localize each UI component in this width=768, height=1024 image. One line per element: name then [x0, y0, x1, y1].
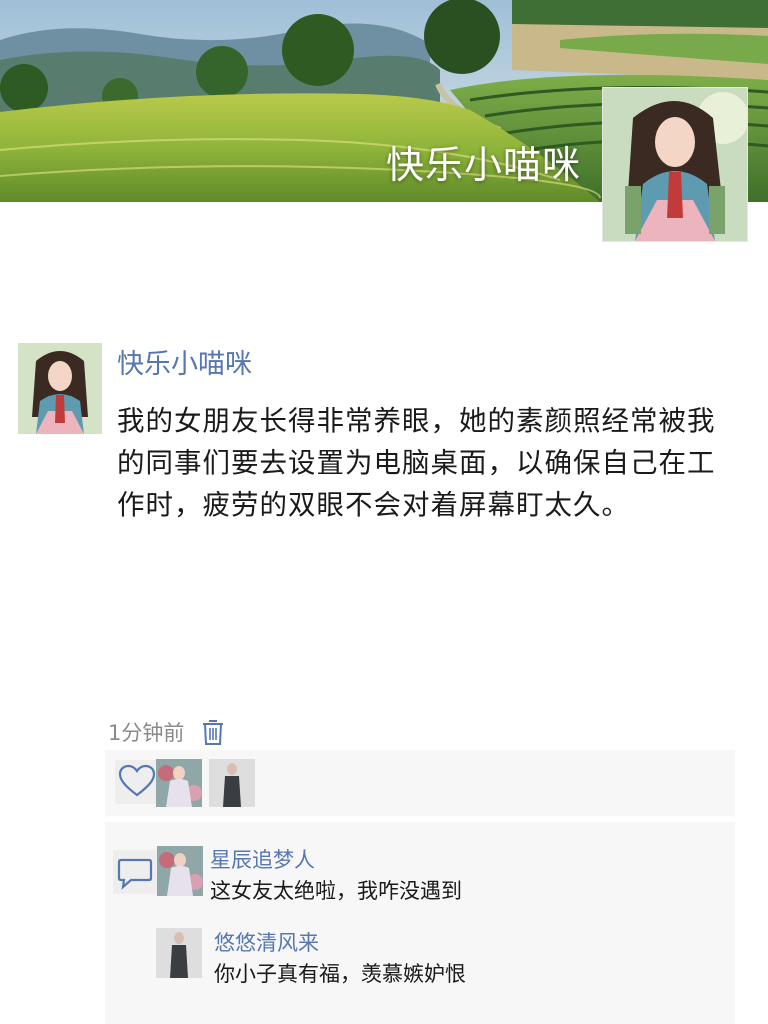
- comment-avatar[interactable]: [157, 846, 203, 896]
- avatar-dark-suit-icon: [156, 928, 202, 978]
- post-timestamp: 1分钟前: [108, 721, 185, 745]
- comment-icon[interactable]: [113, 850, 157, 894]
- avatar-dark-suit-icon: [209, 759, 255, 807]
- cover-username: 快乐小喵咪: [386, 143, 582, 187]
- woman-in-hanbok-avatar-icon: [18, 343, 102, 434]
- comment-text: 这女友太绝啦，我咋没遇到: [210, 879, 462, 903]
- heart-icon[interactable]: [115, 760, 159, 804]
- like-user-avatar[interactable]: [156, 759, 202, 807]
- woman-in-hanbok-avatar-icon: [603, 88, 747, 241]
- comment-text: 你小子真有福，羡慕嫉妒恨: [214, 962, 466, 986]
- likes-panel: [105, 750, 735, 816]
- avatar-floral-dress-icon: [157, 846, 203, 896]
- avatar-floral-dress-icon: [156, 759, 202, 807]
- comment-author[interactable]: 星辰追梦人: [210, 844, 315, 874]
- post-text: 我的女朋友长得非常养眼，她的素颜照经常被我的同事们要去设置为电脑桌面，以确保自己…: [117, 405, 716, 521]
- post-author-avatar[interactable]: [18, 343, 102, 434]
- comment-author[interactable]: 悠悠清风来: [214, 927, 319, 957]
- trash-icon[interactable]: [202, 718, 224, 746]
- comments-panel: 星辰追梦人 这女友太绝啦，我咋没遇到 悠悠清风来 你小子真有福，羡慕嫉妒恨: [105, 822, 735, 1024]
- comment-avatar[interactable]: [156, 928, 202, 978]
- profile-avatar[interactable]: [602, 87, 748, 242]
- post-author-name[interactable]: 快乐小喵咪: [117, 342, 252, 381]
- like-user-avatar[interactable]: [209, 759, 255, 807]
- post-meta: 1分钟前: [108, 716, 224, 748]
